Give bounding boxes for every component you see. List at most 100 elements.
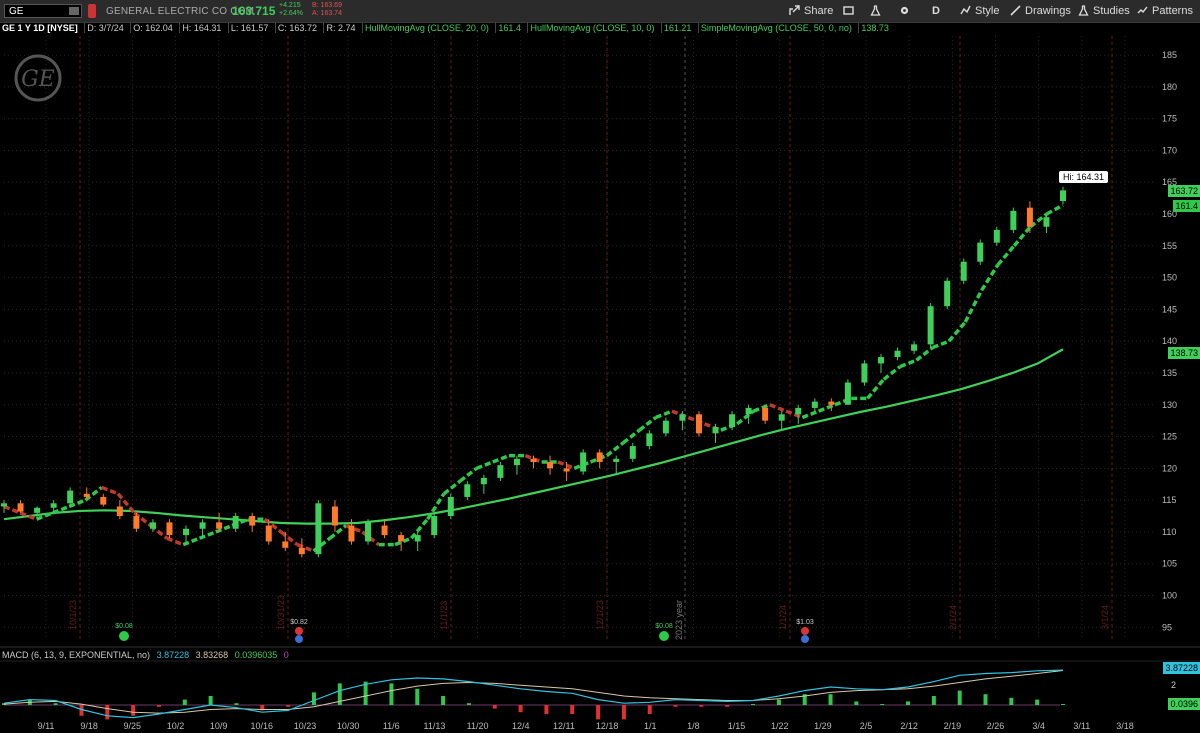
candle-body — [183, 528, 190, 536]
candle-body — [778, 414, 785, 421]
time-tick-label: 2/26 — [987, 721, 1005, 731]
month-label: 3/1/24 — [1100, 605, 1110, 630]
time-tick-label: 9/11 — [38, 721, 55, 731]
candle-body — [166, 522, 173, 536]
earnings-icon — [295, 635, 303, 643]
month-label: 1/1/24 — [778, 605, 788, 630]
candle-body — [795, 407, 802, 415]
candle-body — [67, 490, 74, 504]
month-label: 10/31/23 — [276, 595, 286, 630]
macd-hist-bar — [415, 688, 420, 705]
month-label: 12/1/23 — [595, 600, 605, 630]
macd-diff-tag: 0.0396 — [1168, 698, 1200, 710]
candle-body — [662, 420, 669, 434]
price-tick-label: 120 — [1162, 463, 1177, 473]
macd-hist-bar — [389, 683, 394, 705]
candle-body — [861, 363, 868, 383]
time-tick-label: 10/23 — [294, 721, 317, 731]
candle-body — [547, 461, 554, 469]
hma-price-tag: 161.4 — [1173, 200, 1200, 212]
time-tick-label: 9/25 — [124, 721, 142, 731]
price-tick-label: 140 — [1162, 336, 1177, 346]
time-tick-label: 10/2 — [167, 721, 185, 731]
time-tick-label: 3/4 — [1032, 721, 1045, 731]
candle-body — [877, 357, 884, 364]
candle-body — [1, 503, 7, 507]
price-tick-label: 185 — [1162, 50, 1177, 60]
macd-zero: 0 — [283, 650, 289, 660]
candle-body — [431, 516, 438, 536]
price-tick-label: 130 — [1162, 400, 1177, 410]
macd-hist-bar — [1009, 697, 1014, 705]
candle-body — [596, 452, 603, 462]
macd-hist-bar — [182, 699, 187, 705]
time-tick-label: 12/4 — [512, 721, 530, 731]
candle-body — [34, 507, 41, 513]
candle-body — [265, 525, 272, 542]
macd-hist-bar — [518, 705, 523, 713]
earnings-label: $0.82 — [290, 619, 308, 626]
time-tick-label: 11/6 — [383, 721, 400, 731]
macd-hist-bar — [983, 694, 988, 705]
candle-body — [398, 535, 405, 542]
macd-hist-bar — [751, 704, 756, 705]
earnings-icon — [295, 627, 303, 635]
sma-price-tag: 138.73 — [1168, 347, 1200, 359]
time-tick-label: 10/30 — [337, 721, 360, 731]
price-tick-label: 180 — [1162, 82, 1177, 92]
candle-body — [414, 535, 421, 542]
macd-hist-bar — [131, 705, 136, 716]
svg-text:GE: GE — [21, 67, 55, 92]
candle-body — [811, 401, 818, 408]
macd-avg: 3.83268 — [195, 650, 229, 660]
time-tick-label: 9/18 — [80, 721, 98, 731]
macd-info: MACD (6, 13, 9, EXPONENTIAL, no) 3.87228… — [2, 650, 293, 660]
price-tick-label: 145 — [1162, 304, 1177, 314]
price-tick-label: 125 — [1162, 432, 1177, 442]
candle-body — [365, 522, 372, 542]
price-tick-label: 170 — [1162, 145, 1177, 155]
candle-body — [613, 458, 620, 462]
time-tick-label: 2/19 — [944, 721, 962, 731]
candle-body — [149, 522, 156, 529]
candle-body — [944, 280, 951, 307]
time-tick-label: 10/9 — [210, 721, 228, 731]
macd-hist-bar — [441, 696, 446, 705]
candle-body — [580, 452, 587, 472]
candle-body — [83, 493, 90, 497]
macd-hist-bar — [828, 694, 833, 705]
candle-body — [249, 516, 256, 526]
macd-hist-bar — [208, 696, 213, 705]
macd-value: 3.87228 — [156, 650, 190, 660]
macd-diff: 0.0396035 — [234, 650, 278, 660]
candle-body — [712, 427, 719, 434]
candle-body — [1010, 210, 1017, 230]
earnings-icon — [801, 627, 809, 635]
time-tick-label: 3/18 — [1116, 721, 1134, 731]
candle-body — [679, 414, 686, 421]
earnings-icon — [801, 635, 809, 643]
candle-body — [133, 516, 140, 529]
candle-body — [530, 458, 537, 462]
price-tick-label: 175 — [1162, 114, 1177, 124]
candle-body — [646, 433, 653, 447]
candle-body — [17, 503, 24, 512]
time-tick-label: 11/20 — [467, 721, 489, 731]
dividend-label: $0.08 — [115, 623, 133, 630]
last-price-tag: 163.72 — [1168, 185, 1200, 197]
candle-body — [100, 496, 107, 505]
time-tick-label: 12/18 — [596, 721, 619, 731]
price-chart[interactable]: 10/1/23 10/31/23 11/1/23 12/1/23 1/1/24 2/1/2… — [0, 0, 1200, 733]
macd-hist-bar — [311, 692, 316, 705]
candle-body — [960, 261, 967, 281]
macd-hist-bar — [544, 705, 549, 714]
macd-hist-bar — [234, 703, 239, 705]
time-tick-label: 2/5 — [860, 721, 873, 731]
macd-hist-bar — [596, 705, 601, 720]
month-label: 10/1/23 — [68, 600, 78, 630]
time-tick-label: 3/11 — [1073, 721, 1090, 731]
candle-body — [977, 242, 984, 262]
macd-hist-bar — [854, 701, 859, 705]
candle-body — [1043, 217, 1050, 227]
candle-body — [480, 477, 487, 485]
